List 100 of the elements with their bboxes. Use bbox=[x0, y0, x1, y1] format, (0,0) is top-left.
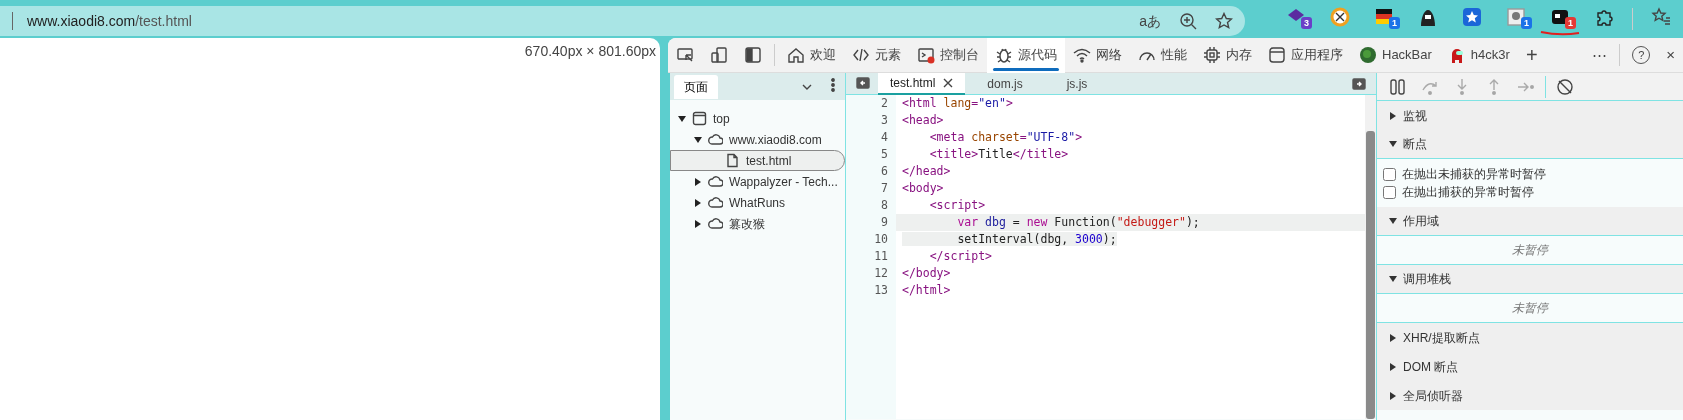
section-header[interactable]: XHR/提取断点 bbox=[1377, 323, 1683, 352]
file-tab[interactable]: dom.js bbox=[965, 73, 1045, 95]
chip-icon bbox=[1203, 46, 1221, 64]
line-number: 4 bbox=[880, 129, 888, 146]
favorite-star-icon[interactable] bbox=[1215, 12, 1233, 30]
checkbox-label: 在抛出捕获的异常时暂停 bbox=[1402, 184, 1534, 201]
file-tab[interactable]: test.html bbox=[878, 73, 966, 95]
code-line: setInterval(dbg, 3000); bbox=[896, 231, 1365, 248]
expanded-arrow-icon bbox=[1389, 140, 1397, 148]
line-number: 5 bbox=[880, 146, 888, 163]
page-tab[interactable]: 页面 bbox=[674, 75, 718, 99]
kebab-icon bbox=[831, 78, 835, 92]
section-header[interactable]: 调用堆栈 bbox=[1377, 265, 1683, 294]
code-line: </body> bbox=[901, 265, 952, 282]
console-icon bbox=[917, 46, 935, 64]
flag-extension-button[interactable]: 1 bbox=[1362, 1, 1406, 37]
checkbox[interactable] bbox=[1383, 167, 1396, 181]
close-button[interactable]: × bbox=[1658, 38, 1683, 73]
more-button[interactable]: ⋯ bbox=[1584, 38, 1616, 73]
expanded-arrow-icon bbox=[1389, 275, 1397, 283]
expanded-arrow-icon bbox=[1389, 217, 1397, 225]
devtools-tab[interactable]: h4ck3r bbox=[1439, 38, 1518, 73]
panel-toggle-icon[interactable] bbox=[1352, 78, 1366, 90]
deactivate-breakpoints-icon bbox=[1556, 77, 1574, 96]
section-header[interactable]: 监视 bbox=[1377, 101, 1683, 130]
devtools-tab[interactable]: 控制台 bbox=[909, 38, 987, 73]
dock-icon bbox=[744, 46, 762, 64]
file-icon bbox=[725, 153, 740, 168]
count-badge: 3 bbox=[1301, 17, 1312, 29]
section-header[interactable]: DOM 断点 bbox=[1377, 352, 1683, 381]
file-tab[interactable]: js.js bbox=[1044, 73, 1110, 95]
collapsed-arrow-icon bbox=[694, 177, 702, 186]
code-line: </script> bbox=[928, 248, 993, 265]
collapsed-arrow-icon bbox=[1389, 391, 1397, 400]
line-number: 8 bbox=[880, 197, 888, 214]
read-aloud-button[interactable]: aあ bbox=[1139, 10, 1161, 32]
image-icon bbox=[1505, 6, 1527, 28]
code-line: <meta charset="UTF-8"> bbox=[928, 129, 1084, 146]
line-number: 13 bbox=[873, 282, 888, 299]
devtools-tab[interactable]: 欢迎 bbox=[779, 38, 844, 73]
code-line: </head> bbox=[901, 163, 952, 180]
frame-icon bbox=[692, 111, 707, 126]
add-tab-button[interactable]: + bbox=[1517, 38, 1546, 73]
tree-item[interactable]: WhatRuns bbox=[670, 192, 845, 213]
layers-extension-button[interactable]: 3 bbox=[1274, 1, 1318, 37]
devtools-tab[interactable]: 性能 bbox=[1130, 38, 1195, 73]
window-icon bbox=[1268, 46, 1286, 64]
code-line: <body> bbox=[901, 180, 945, 197]
device-icon bbox=[710, 46, 728, 64]
image-extension-button[interactable]: 1 bbox=[1494, 1, 1538, 37]
tree-item[interactable]: www.xiaodi8.com bbox=[670, 129, 845, 150]
devtools-tab[interactable]: 内存 bbox=[1195, 38, 1260, 73]
line-number: 2 bbox=[880, 95, 888, 112]
collapsed-arrow-icon bbox=[1389, 362, 1397, 371]
line-number: 7 bbox=[880, 180, 888, 197]
code-line: <title>Title</title> bbox=[928, 146, 1070, 163]
line-number: 6 bbox=[880, 163, 888, 180]
code-icon bbox=[852, 46, 870, 64]
devtools-tab[interactable]: 应用程序 bbox=[1260, 38, 1351, 73]
devtools-tab[interactable]: 元素 bbox=[844, 38, 909, 73]
checkbox[interactable] bbox=[1383, 185, 1396, 199]
collapsed-arrow-icon bbox=[694, 219, 702, 228]
line-number: 11 bbox=[873, 248, 888, 265]
code-line: <html lang="en"> bbox=[901, 95, 1014, 112]
sidebar-icon bbox=[856, 77, 870, 89]
inspect-icon bbox=[676, 46, 694, 64]
divider bbox=[12, 12, 13, 30]
code-line: </html> bbox=[901, 282, 952, 299]
section-header[interactable]: 作用域 bbox=[1377, 207, 1683, 236]
devtools-tab[interactable]: 源代码 bbox=[987, 38, 1065, 73]
tree-item[interactable]: 篡改猴 bbox=[670, 213, 845, 234]
line-number: 9 bbox=[880, 214, 888, 231]
section-header[interactable]: 全局侦听器 bbox=[1377, 381, 1683, 410]
close-icon bbox=[943, 78, 954, 88]
expanded-arrow-icon bbox=[694, 135, 702, 144]
cloud-icon bbox=[708, 132, 723, 147]
cloud-icon bbox=[708, 216, 723, 231]
line-number: 12 bbox=[873, 265, 888, 282]
bug-icon bbox=[995, 46, 1013, 64]
square-extension-button[interactable]: 1 bbox=[1538, 1, 1582, 37]
devtools-tab[interactable]: 网络 bbox=[1065, 38, 1130, 73]
wifi-icon bbox=[1073, 46, 1091, 64]
expanded-arrow-icon bbox=[678, 114, 686, 123]
checkbox-label: 在抛出未捕获的异常时暂停 bbox=[1402, 166, 1546, 183]
code-line: <script> bbox=[928, 197, 987, 214]
zoom-icon[interactable] bbox=[1179, 12, 1197, 30]
scrollbar[interactable] bbox=[1365, 95, 1376, 419]
line-number: 10 bbox=[873, 231, 888, 248]
tree-item[interactable]: Wappalyzer - Tech... bbox=[670, 171, 845, 192]
cloud-icon bbox=[708, 174, 723, 189]
viewport-size: 670.40px × 801.60px bbox=[524, 42, 657, 61]
tree-item[interactable]: top bbox=[670, 108, 845, 129]
home-icon bbox=[787, 46, 805, 64]
crossed-ring-icon bbox=[1329, 6, 1351, 28]
cloud-icon bbox=[708, 195, 723, 210]
url-text[interactable]: www.xiaodi8.com/test.html bbox=[27, 10, 192, 32]
devtools-tab[interactable]: HackBar bbox=[1351, 38, 1440, 73]
tree-item[interactable]: test.html bbox=[670, 150, 845, 171]
section-header[interactable]: 断点 bbox=[1377, 130, 1683, 159]
collapsed-arrow-icon bbox=[694, 198, 702, 207]
